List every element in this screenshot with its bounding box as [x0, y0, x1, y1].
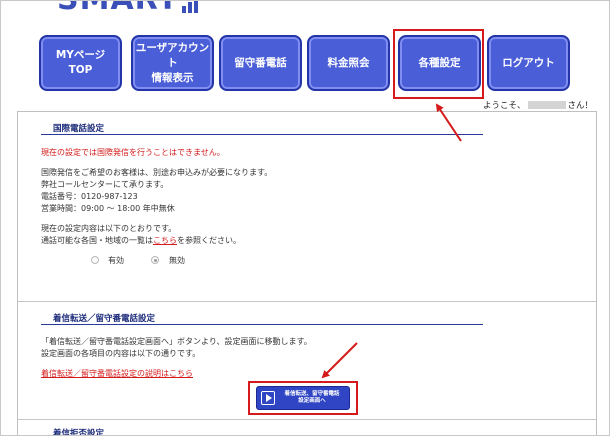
main-nav: MYページ TOP ユーザアカウント 情報表示 留守番電話 料金照会 各種設定 …: [39, 35, 582, 93]
radio-enabled-label: 有効: [108, 256, 124, 265]
smart-logo: SMART: [57, 1, 198, 17]
settings-highlight-box: [393, 29, 484, 99]
signal-bars-icon: [181, 1, 198, 13]
nav-voicemail[interactable]: 留守番電話: [219, 35, 302, 91]
forward-help-link[interactable]: 着信転送／留守番電話設定の説明はこちら: [41, 368, 193, 379]
nav-mypage-top[interactable]: MYページ TOP: [39, 35, 122, 91]
forward-title-underline: [41, 324, 483, 325]
welcome-suffix: さん！: [567, 101, 594, 111]
countries-prefix: 通話可能な各国・地域の一覧は: [41, 236, 153, 245]
section-divider-1: [18, 301, 596, 302]
intl-info-phone: 電話番号：0120-987-123: [41, 192, 138, 201]
welcome-prefix: ようこそ、: [483, 101, 526, 111]
radio-enabled[interactable]: [91, 256, 99, 264]
intl-info-hours: 営業時間：09:00 ～ 18:00 年中無休: [41, 204, 175, 213]
intl-countries-line: 通話可能な各国・地域の一覧はこちらを参照ください。: [41, 235, 241, 246]
welcome-message: ようこそ、 さん！: [483, 99, 593, 111]
intl-notice: 現在の設定では国際発信を行うことはできません。: [41, 148, 225, 157]
intl-current-setting: 現在の設定内容は以下のとおりです。: [41, 224, 177, 233]
intl-info-1: 国際発信をご希望のお客様は、別途お申込みが必要になります。: [41, 168, 273, 177]
reject-section-title: 着信拒否設定: [53, 429, 105, 436]
nav-user-account[interactable]: ユーザアカウント 情報表示: [131, 35, 214, 91]
countries-suffix: を参照ください。: [177, 236, 241, 245]
intl-info-2: 弊社コールセンターにて承ります。: [41, 180, 169, 189]
intl-title-underline: [41, 134, 483, 135]
nav-logout[interactable]: ログアウト: [487, 35, 570, 91]
radio-disabled[interactable]: [151, 256, 159, 264]
countries-link[interactable]: こちら: [153, 236, 177, 245]
nav-billing[interactable]: 料金照会: [307, 35, 390, 91]
masked-username: [527, 101, 566, 109]
page-frame: SMART MYページ TOP ユーザアカウント 情報表示 留守番電話 料金照会…: [0, 0, 610, 436]
forward-button-label: 着信転送、留守番電話 設定画面へ: [284, 391, 340, 404]
logo-text: SMART: [57, 1, 179, 17]
play-icon: [261, 391, 275, 405]
section-divider-2: [18, 419, 596, 420]
forward-desc-2: 設定画面の各項目の内容は以下の通りです。: [41, 349, 201, 358]
forward-settings-button[interactable]: 着信転送、留守番電話 設定画面へ: [256, 386, 350, 410]
radio-disabled-label: 無効: [169, 256, 185, 265]
forward-desc-1: 「着信転送／留守番電話設定画面へ」ボタンより、設定画面に移動します。: [41, 337, 312, 346]
